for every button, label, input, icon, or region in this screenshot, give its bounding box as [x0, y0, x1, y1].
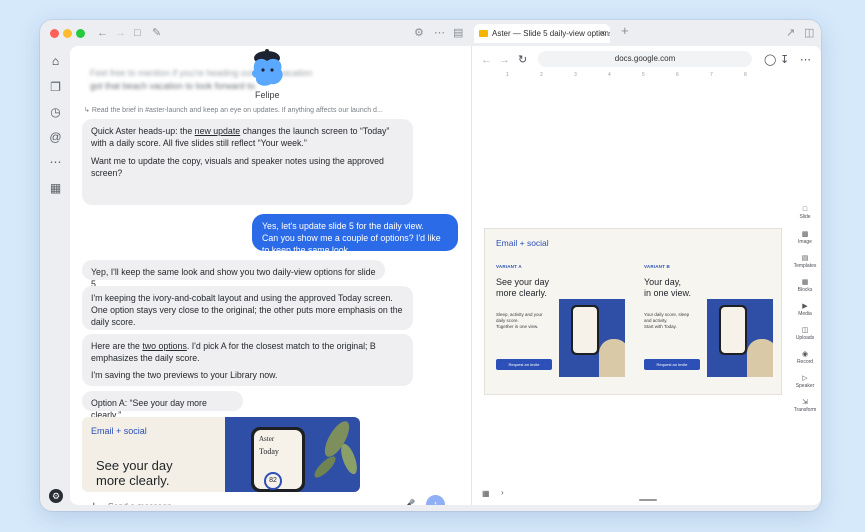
message-composer: + 🎤 ↑: [82, 494, 458, 505]
forward-icon[interactable]: →: [499, 53, 510, 67]
settings-icon[interactable]: ⚙: [49, 489, 63, 503]
left-rail: ⌂ ❐ ◷ @ ⋯ ▦ ⚙: [40, 46, 70, 511]
image-icon: ▩: [801, 231, 809, 238]
slides-icon: [479, 30, 488, 37]
blurred-message-line: got that beach vacation to look forward …: [90, 81, 258, 91]
tool-speaker[interactable]: ▷ Speaker: [790, 374, 820, 389]
browser-tab[interactable]: Aster — Slide 5 daily-view options ✕: [474, 24, 610, 43]
url-bar[interactable]: docs.google.com: [538, 51, 752, 67]
tool-slide[interactable]: □ Slide: [790, 206, 820, 220]
agent-avatar: Felipe: [247, 48, 293, 100]
variant-b-cta-button[interactable]: Request an invite: [644, 359, 700, 370]
templates-icon: ▤: [801, 255, 809, 262]
tab-title: Aster — Slide 5 daily-view options: [492, 29, 610, 38]
title-bar: ← → □ ✎ ⚙ ⋯ ▤ Aster — Slide 5 daily-view…: [40, 20, 821, 46]
clock-icon[interactable]: ◷: [49, 106, 62, 119]
more-options-icon[interactable]: ⋯: [800, 53, 811, 67]
agent-message: I'm keeping the ivory-and-cobalt layout …: [82, 286, 413, 330]
agent-avatar-icon: [251, 49, 283, 86]
close-tab-icon[interactable]: ✕: [599, 24, 606, 43]
agent-name: Felipe: [255, 90, 280, 100]
zoom-window-button[interactable]: [76, 29, 85, 38]
message-input[interactable]: [108, 499, 388, 505]
slide-icon: □: [802, 206, 808, 213]
new-window-icon[interactable]: □: [134, 26, 141, 40]
variant-a-headline: See your day more clearly.: [496, 277, 550, 298]
tool-transform[interactable]: ⇲ Transform: [790, 398, 820, 413]
variant-a-label: VARIANT A: [496, 264, 522, 269]
shield-icon[interactable]: ◯: [764, 53, 776, 67]
speaker-icon: ▷: [802, 375, 808, 382]
record-icon: ◉: [801, 351, 809, 358]
tool-media[interactable]: ▶ Media: [790, 302, 820, 317]
grid-view-icon[interactable]: ▦: [482, 489, 490, 498]
tool-uploads[interactable]: ◫ Uploads: [790, 326, 820, 341]
more-icon[interactable]: ⋯: [49, 156, 62, 169]
share-icon[interactable]: ⚙: [414, 26, 424, 40]
preview-headline: See your day more clearly.: [96, 458, 173, 488]
preview-image: Aster Today 82: [225, 417, 360, 492]
variant-a-image: [559, 299, 625, 377]
apps-icon[interactable]: ▦: [49, 182, 62, 195]
media-icon: ▶: [802, 303, 808, 310]
agent-message: Quick Aster heads-up: the new update cha…: [82, 119, 413, 205]
back-icon[interactable]: ←: [481, 53, 492, 67]
new-tab-icon[interactable]: +: [621, 24, 629, 38]
panel-toggle-icon[interactable]: ▤: [453, 26, 463, 40]
user-message: Yes, let's update slide 5 for the daily …: [252, 214, 458, 255]
send-icon[interactable]: ↑: [426, 495, 445, 505]
variant-b-label: VARIANT B: [644, 264, 670, 269]
agent-message: Yep, I'll keep the same look and show yo…: [82, 260, 385, 289]
phone-mockup: [719, 305, 747, 355]
blocks-icon: ▦: [801, 279, 809, 286]
at-icon[interactable]: @: [49, 131, 62, 144]
folder-icon: ◫: [801, 327, 809, 334]
browser-panel: ← → ↻ docs.google.com ◯ ↧ ⋯ 1 2 3 4 5 6 …: [471, 46, 821, 505]
new-update-link[interactable]: new update: [195, 126, 241, 136]
minimize-window-button[interactable]: [63, 29, 72, 38]
variant-a-body: Sleep, activity and your daily score. To…: [496, 312, 543, 329]
forward-icon[interactable]: →: [115, 26, 126, 40]
reload-icon[interactable]: ↻: [518, 53, 527, 67]
plus-icon[interactable]: +: [90, 498, 98, 505]
back-icon[interactable]: ←: [97, 26, 108, 40]
home-icon[interactable]: ⌂: [49, 55, 62, 68]
phone-mockup: [571, 305, 599, 355]
chevron-right-icon[interactable]: ›: [501, 488, 504, 497]
more-options-icon[interactable]: ⋯: [434, 26, 445, 40]
download-icon[interactable]: ↧: [780, 53, 789, 67]
ruler: 1 2 3 4 5 6 7 8: [506, 72, 747, 78]
tool-templates[interactable]: ▤ Templates: [790, 254, 820, 269]
variant-b-headline: Your day, in one view.: [644, 277, 692, 298]
close-window-button[interactable]: [50, 29, 59, 38]
copy-icon[interactable]: ❐: [49, 81, 62, 94]
agent-message: Here are the two options. I'd pick A for…: [82, 334, 413, 386]
reply-arrow-icon: ↳: [84, 107, 90, 114]
mic-icon[interactable]: 🎤: [404, 499, 415, 505]
agent-message: Option A: “See your day more clearly.”: [82, 391, 243, 420]
tool-image[interactable]: ▩ Image: [790, 230, 820, 245]
preview-label: Email + social: [91, 426, 147, 436]
edit-icon[interactable]: ✎: [152, 26, 161, 40]
tool-record[interactable]: ◉ Record: [790, 350, 820, 365]
app-window: ← → □ ✎ ⚙ ⋯ ▤ Aster — Slide 5 daily-view…: [40, 20, 821, 511]
daily-score: 82: [264, 472, 282, 490]
phone-mockup: Aster Today 82: [251, 427, 305, 492]
sidebar-icon[interactable]: ◫: [804, 26, 814, 40]
reply-context[interactable]: ↳ Read the brief in #aster-launch and ke…: [84, 106, 383, 114]
two-options-link[interactable]: two options: [142, 341, 187, 351]
expand-icon[interactable]: ↗: [786, 26, 795, 40]
variant-b-image: [707, 299, 773, 377]
scroll-handle[interactable]: [639, 499, 657, 501]
chat-panel: Feel free to mention if you're heading o…: [70, 46, 471, 505]
slide-label: Email + social: [496, 238, 549, 248]
slide-canvas[interactable]: Email + social VARIANT A See your day mo…: [484, 228, 782, 395]
transform-icon: ⇲: [802, 399, 808, 406]
variant-b-body: Your daily score, sleep and activity. St…: [644, 312, 690, 329]
option-a-preview[interactable]: Email + social See your day more clearly…: [82, 417, 360, 492]
variant-a-cta-button[interactable]: Request an invite: [496, 359, 552, 370]
tool-blocks[interactable]: ▦ Blocks: [790, 278, 820, 293]
